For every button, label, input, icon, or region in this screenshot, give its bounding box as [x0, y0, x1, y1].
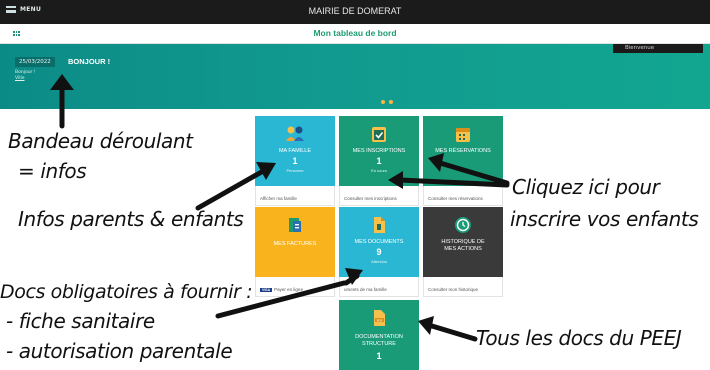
- annotation-infos-parents: Infos parents & enfants: [18, 207, 244, 231]
- carousel-dot[interactable]: [381, 100, 385, 104]
- tile-count: 1: [292, 156, 298, 166]
- tile-footer-link[interactable]: Consulter mes réservations: [423, 186, 503, 206]
- tile-historique[interactable]: HISTORIQUE DE MES ACTIONS Consulter mon …: [423, 207, 503, 297]
- tile-footer-link[interactable]: Consulter mon historique: [423, 277, 503, 297]
- pdf-icon: PDF: [374, 310, 385, 326]
- banner-illustration-icon: [650, 107, 705, 109]
- annotation-bandeau: Bandeau déroulant: [8, 129, 193, 153]
- tile-sub: En cours: [371, 168, 387, 173]
- date-badge: 25/03/2022: [15, 57, 55, 67]
- banner-link[interactable]: Ville: [15, 76, 25, 81]
- tile-sub: Attendus: [371, 259, 387, 264]
- annotation-cliquez: Cliquez ici pour: [512, 175, 660, 199]
- tile-footer-link[interactable]: Afficher ma famille: [255, 186, 335, 206]
- info-banner: [0, 44, 710, 109]
- checklist-icon: [372, 127, 386, 142]
- annotation-inscrire: inscrire vos enfants: [510, 207, 699, 231]
- family-icon: [286, 126, 304, 141]
- pay-online-label: Payer en ligne: [274, 287, 303, 292]
- banner-text: Bonjour !: [15, 70, 36, 75]
- calendar-icon: [456, 128, 470, 142]
- svg-text:PDF: PDF: [377, 318, 383, 322]
- tile-footer-link[interactable]: VISA Payer en ligne: [255, 277, 335, 297]
- tile-sub: Personne: [286, 168, 304, 173]
- carousel-dot[interactable]: [389, 100, 393, 104]
- arrowhead: [418, 316, 434, 335]
- tile-count: 9: [376, 247, 382, 257]
- app-title: MAIRIE DE DOMERAT: [308, 6, 402, 16]
- tile-footer-link[interactable]: uments de ma famille: [339, 277, 419, 297]
- tile-label: HISTORIQUE DE MES ACTIONS: [441, 239, 485, 252]
- annotation-autorisation: - autorisation parentale: [6, 339, 233, 363]
- document-icon: [374, 217, 385, 233]
- page-title: Mon tableau de bord: [313, 28, 397, 38]
- banner-greeting: BONJOUR !: [68, 57, 111, 66]
- tile-mes-inscriptions[interactable]: MES INSCRIPTIONS 1 En cours Consulter me…: [339, 116, 419, 206]
- annotation-fiche: - fiche sanitaire: [6, 309, 155, 333]
- history-icon: [455, 217, 471, 233]
- tile-label: MES DOCUMENTS: [354, 239, 404, 245]
- tile-documentation-structure[interactable]: PDF DOCUMENTATION STRUCTURE 1: [339, 300, 419, 370]
- tile-count: 1: [376, 351, 382, 361]
- welcome-bar: Bienvenue: [613, 44, 703, 53]
- tile-label: DOCUMENTATION STRUCTURE: [355, 334, 403, 347]
- tile-mes-factures[interactable]: MES FACTURES VISA Payer en ligne: [255, 207, 335, 297]
- visa-icon: VISA: [260, 288, 273, 292]
- invoice-icon: [289, 218, 301, 232]
- tile-label: MES INSCRIPTIONS: [352, 148, 406, 154]
- tile-mes-documents[interactable]: MES DOCUMENTS 9 Attendus uments de ma fa…: [339, 207, 419, 297]
- top-bar: MENU MAIRIE DE DOMERAT: [0, 0, 710, 24]
- sub-bar: Mon tableau de bord: [0, 24, 710, 44]
- arrow-to-documentation: [429, 323, 478, 342]
- tile-label: MES FACTURES: [273, 241, 317, 247]
- tile-mes-reservations[interactable]: MES RÉSERVATIONS Consulter mes réservati…: [423, 116, 503, 206]
- tile-count: 1: [376, 156, 382, 166]
- annotation-docs: Docs obligatoires à fournir :: [0, 281, 253, 303]
- tile-ma-famille[interactable]: MA FAMILLE 1 Personne Afficher ma famill…: [255, 116, 335, 206]
- carousel-dots[interactable]: [381, 100, 393, 104]
- annotation-infos-banner: = infos: [18, 159, 87, 183]
- tile-footer-link[interactable]: Consulter mes inscriptions: [339, 186, 419, 206]
- annotation-peej: Tous les docs du PEEJ: [476, 326, 682, 350]
- tile-label: MES RÉSERVATIONS: [435, 148, 491, 154]
- tile-label: MA FAMILLE: [278, 148, 312, 154]
